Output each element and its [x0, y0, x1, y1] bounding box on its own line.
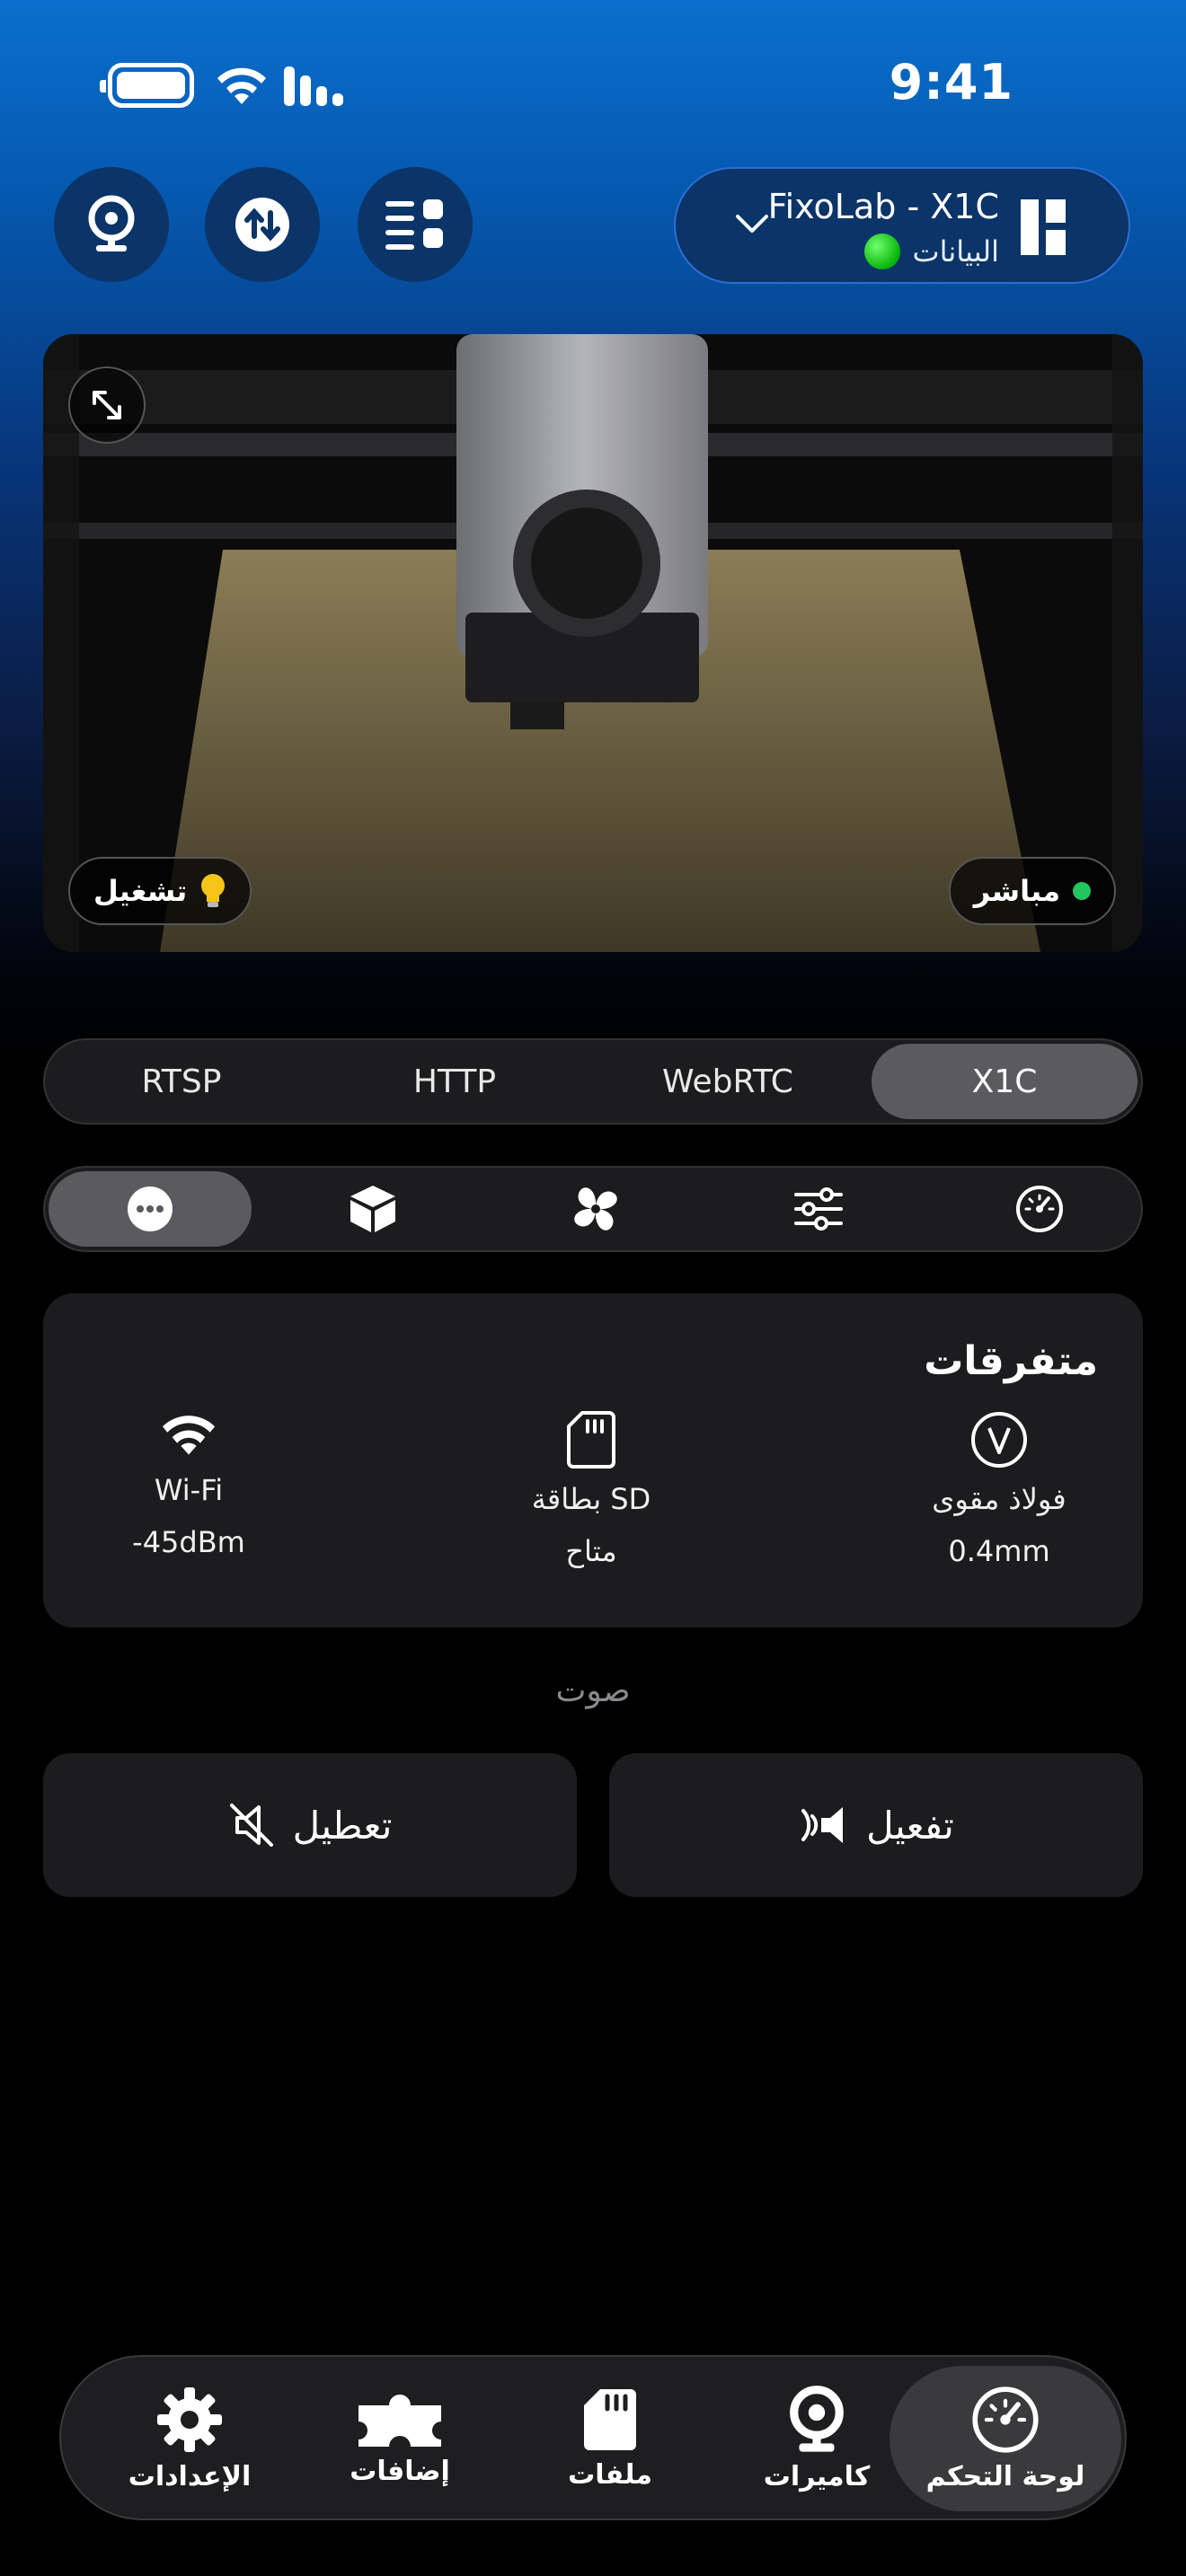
misc-card: متفرقات Wi-Fi -45dBm بطاقة SD متاح فولاذ… — [43, 1293, 1143, 1628]
tab-http[interactable]: HTTP — [322, 1044, 588, 1119]
tab-settings[interactable]: الإعدادات — [74, 2366, 305, 2511]
printer-status-label: البيانات — [912, 234, 999, 269]
light-label: تشغيل — [93, 874, 188, 908]
enable-label: تفعيل — [866, 1803, 954, 1848]
menu-button[interactable] — [358, 167, 473, 282]
more-icon — [128, 1187, 173, 1231]
expand-button[interactable] — [68, 366, 146, 444]
speaker-muted-icon — [229, 1804, 273, 1847]
tab-speed[interactable] — [938, 1171, 1141, 1247]
nozzle-value: 0.4mm — [948, 1534, 1050, 1568]
puzzle-icon — [358, 2394, 441, 2447]
dashboard-icon — [972, 2386, 1039, 2453]
battery-icon — [100, 63, 194, 108]
box-icon — [350, 1186, 395, 1232]
tab-rtsp[interactable]: RTSP — [49, 1044, 314, 1119]
signal-icon — [284, 66, 343, 106]
webcam-icon — [88, 195, 135, 251]
list-icon — [385, 199, 443, 250]
nozzle-v-icon — [971, 1412, 1027, 1468]
tab-fans[interactable] — [494, 1171, 697, 1247]
tab-dashboard[interactable]: لوحة التحكم — [890, 2366, 1121, 2511]
stream-selector: RTSP HTTP WebRTC X1C — [43, 1038, 1143, 1125]
tab-misc[interactable] — [49, 1171, 252, 1247]
wifi-info: Wi-Fi -45dBm — [54, 1410, 323, 1559]
speedometer-icon — [1016, 1186, 1063, 1232]
misc-title: متفرقات — [924, 1338, 1098, 1384]
swap-arrows-icon — [235, 198, 289, 251]
sd-label: بطاقة SD — [531, 1482, 651, 1516]
light-toggle[interactable]: تشغيل — [68, 857, 252, 925]
tab-files[interactable]: ملفات — [494, 2366, 726, 2511]
expand-icon — [93, 391, 121, 419]
chevron-down-icon — [736, 215, 768, 233]
disable-label: تعطيل — [292, 1803, 393, 1848]
camera-button[interactable] — [54, 167, 169, 282]
tab-filament[interactable] — [271, 1171, 474, 1247]
sd-info: بطاقة SD متاح — [456, 1410, 726, 1568]
sd-card-icon — [584, 2388, 636, 2450]
transfer-button[interactable] — [205, 167, 320, 282]
wifi-icon — [162, 1416, 216, 1455]
sd-value: متاح — [565, 1534, 617, 1568]
tab-settings-label: الإعدادات — [128, 2460, 252, 2492]
printer-selector[interactable]: FixoLab - X1C البيانات — [674, 167, 1130, 284]
live-badge: مباشر — [948, 857, 1116, 925]
tool-selector — [43, 1166, 1143, 1252]
gear-icon — [157, 2386, 222, 2452]
online-indicator — [863, 234, 900, 269]
printer-icon — [1021, 199, 1066, 255]
tab-files-label: ملفات — [568, 2458, 652, 2491]
printer-name: FixoLab - X1C — [767, 187, 999, 226]
webcam-icon — [790, 2385, 844, 2452]
nozzle-info: فولاذ مقوى 0.4mm — [864, 1410, 1134, 1568]
wifi-icon — [217, 67, 266, 104]
status-time: 9:41 — [889, 54, 1013, 110]
sd-card-icon — [567, 1411, 615, 1469]
live-label: مباشر — [973, 874, 1060, 908]
wifi-value: -45dBm — [132, 1525, 245, 1559]
bottom-tab-bar: الإعدادات إضافات ملفات كاميرات لوحة التح… — [59, 2355, 1127, 2520]
fan-icon — [574, 1187, 617, 1231]
tab-cameras-label: كاميرات — [763, 2460, 871, 2492]
tab-dashboard-label: لوحة التحكم — [925, 2460, 1085, 2492]
sound-label: صوت — [555, 1672, 631, 1709]
sliders-icon — [794, 1187, 843, 1231]
printer-status: البيانات — [863, 234, 999, 269]
nozzle-label: فولاذ مقوى — [932, 1482, 1067, 1516]
bulb-icon — [199, 873, 226, 909]
sound-enable-button[interactable]: تفعيل — [609, 1753, 1143, 1897]
speaker-icon — [801, 1807, 844, 1843]
tab-webrtc[interactable]: WebRTC — [595, 1044, 861, 1119]
sound-disable-button[interactable]: تعطيل — [43, 1753, 577, 1897]
tab-x1c[interactable]: X1C — [872, 1044, 1137, 1119]
tab-plugins[interactable]: إضافات — [284, 2366, 516, 2511]
tab-plugins-label: إضافات — [350, 2455, 450, 2487]
tab-controls[interactable] — [717, 1171, 920, 1247]
camera-feed[interactable]: مباشر تشغيل — [43, 334, 1143, 952]
wifi-label: Wi-Fi — [154, 1473, 224, 1507]
live-dot — [1073, 882, 1091, 900]
